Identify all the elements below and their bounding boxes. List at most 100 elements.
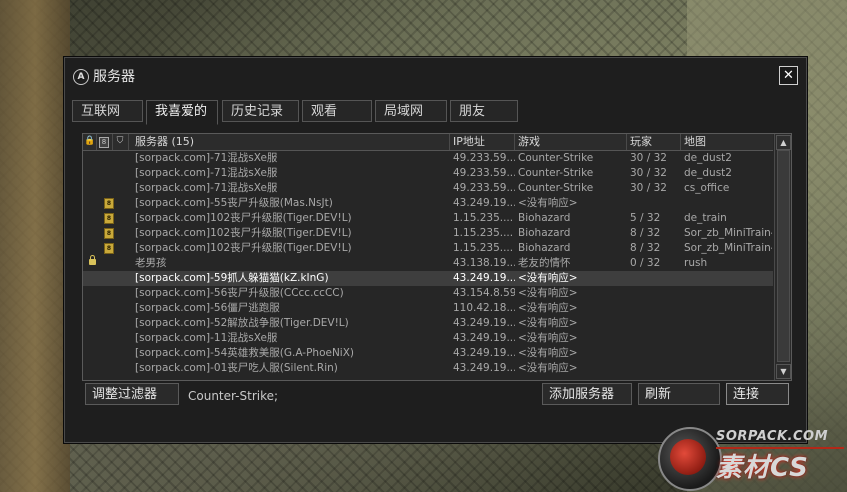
server-row[interactable]: [sorpack.com]-11混战sXe服 43.249.19... <没有响应> — [83, 331, 773, 346]
server-game: <没有响应> — [518, 302, 578, 314]
server-players — [630, 301, 680, 316]
tab-history[interactable]: 历史记录 — [222, 100, 299, 122]
filter-summary: Counter-Strike; — [188, 389, 279, 403]
tab-spectate[interactable]: 观看 — [302, 100, 372, 122]
server-ip: 49.233.59... — [453, 167, 515, 179]
server-map — [684, 361, 772, 376]
server-name: [sorpack.com]-01丧尸吃人服(Silent.Rin) — [135, 362, 338, 374]
vac-icon: 8 — [104, 243, 114, 254]
server-map — [684, 331, 772, 346]
server-ip: 43.249.19... — [453, 272, 515, 284]
lock-icon — [89, 255, 96, 265]
server-row[interactable]: [sorpack.com]-56丧尸升级服(CCcc.ccCC) 43.154.8… — [83, 286, 773, 301]
watermark-brand: 素材CS — [716, 453, 809, 483]
scroll-down-button[interactable]: ▼ — [776, 364, 791, 379]
server-players: 5 / 32 — [630, 212, 661, 224]
scroll-up-button[interactable]: ▲ — [776, 135, 791, 150]
server-row[interactable]: 老男孩 43.138.19... 老友的情怀 0 / 32 rush — [83, 255, 773, 271]
column-header-lock[interactable]: 🔒 — [83, 134, 97, 150]
tab-lan[interactable]: 局域网 — [375, 100, 447, 122]
server-game: Counter-Strike — [518, 182, 594, 194]
window-title: 服务器 — [93, 69, 135, 85]
column-header-ip[interactable]: IP地址 — [450, 134, 515, 150]
server-players — [630, 286, 680, 301]
server-game: <没有响应> — [518, 287, 578, 299]
column-header-name[interactable]: 服务器 (15) — [132, 134, 450, 150]
list-header: 🔒 8 ⛉ 服务器 (15) IP地址 游戏 玩家 地图 — [83, 134, 773, 151]
vac-icon: 8 — [104, 213, 114, 224]
server-map: Sor_zb_MiniTrain4 — [684, 227, 772, 239]
server-ip: 110.42.18... — [453, 302, 515, 314]
tab-internet[interactable]: 互联网 — [72, 100, 143, 122]
server-name: [sorpack.com]-71混战sXe服 — [135, 182, 278, 194]
server-name: [sorpack.com]-71混战sXe服 — [135, 167, 278, 179]
tab-favorites[interactable]: 我喜爱的 — [146, 100, 218, 125]
server-row[interactable]: [sorpack.com]-56僵尸逃跑服 110.42.18... <没有响应> — [83, 301, 773, 316]
server-game: <没有响应> — [518, 272, 578, 284]
server-map: de_train — [684, 212, 727, 224]
change-filters-button[interactable]: 调整过滤器 — [85, 383, 179, 405]
bottom-toolbar: 调整过滤器 Counter-Strike; 添加服务器 刷新 连接 — [65, 383, 806, 413]
tab-friends[interactable]: 朋友 — [450, 100, 518, 122]
server-row[interactable]: [sorpack.com]-71混战sXe服 49.233.59... Counte… — [83, 151, 773, 166]
vac-icon: 8 — [99, 137, 109, 148]
watermark-red-orb — [670, 439, 706, 475]
half-life-icon: A — [73, 69, 89, 85]
server-ip: 43.249.19... — [453, 332, 515, 344]
server-game: Biohazard — [518, 227, 571, 239]
server-name: [sorpack.com]102丧尸升级服(Tiger.DEV!L) — [135, 242, 352, 254]
column-header-secure[interactable]: ⛉ — [113, 134, 129, 150]
server-row[interactable]: 8 [sorpack.com]102丧尸升级服(Tiger.DEV!L) 1.15.… — [83, 241, 773, 256]
server-row[interactable]: [sorpack.com]-59抓人躲猫猫(kZ.kInG) 43.249.19.… — [83, 271, 773, 286]
server-row[interactable]: [sorpack.com]-01丧尸吃人服(Silent.Rin) 43.249.… — [83, 361, 773, 376]
server-row[interactable]: [sorpack.com]-54英雄救美服(G.A-PhoeNiX) 43.249… — [83, 346, 773, 361]
close-button[interactable]: ✕ — [779, 66, 798, 85]
server-map — [684, 196, 772, 211]
server-name: [sorpack.com]-56僵尸逃跑服 — [135, 302, 280, 314]
refresh-button[interactable]: 刷新 — [638, 383, 720, 405]
server-name: [sorpack.com]-11混战sXe服 — [135, 332, 278, 344]
column-header-map[interactable]: 地图 — [681, 134, 773, 150]
server-row[interactable]: [sorpack.com]-71混战sXe服 49.233.59... Counte… — [83, 181, 773, 196]
server-row[interactable]: 8 [sorpack.com]102丧尸升级服(Tiger.DEV!L) 1.15.… — [83, 226, 773, 241]
column-header-players[interactable]: 玩家 — [627, 134, 681, 150]
vertical-scrollbar[interactable]: ▲ ▼ — [774, 134, 791, 380]
column-header-vac[interactable]: 8 — [97, 134, 113, 150]
server-map — [684, 271, 772, 286]
connect-button[interactable]: 连接 — [726, 383, 789, 405]
server-players: 30 / 32 — [630, 152, 667, 164]
server-players — [630, 196, 680, 211]
server-map: de_dust2 — [684, 152, 732, 164]
server-players: 30 / 32 — [630, 167, 667, 179]
server-list: 🔒 8 ⛉ 服务器 (15) IP地址 游戏 玩家 地图 [sorpack.co… — [82, 133, 792, 381]
add-server-button[interactable]: 添加服务器 — [542, 383, 632, 405]
watermark-site: SORPACK.COM — [716, 429, 829, 444]
server-map: Sor_zb_MiniTrain4 — [684, 242, 772, 254]
server-ip: 1.15.235.... — [453, 227, 514, 239]
shield-icon: ⛉ — [116, 136, 124, 146]
server-players — [630, 346, 680, 361]
server-ip: 43.249.19... — [453, 362, 515, 374]
server-row[interactable]: 8 [sorpack.com]102丧尸升级服(Tiger.DEV!L) 1.15.… — [83, 211, 773, 226]
server-row[interactable]: 8 [sorpack.com]-55丧尸升级服(Mas.NsJt) 43.249.1… — [83, 196, 773, 211]
server-row[interactable]: [sorpack.com]-71混战sXe服 49.233.59... Counte… — [83, 166, 773, 181]
server-row[interactable]: [sorpack.com]-52解放战争服(Tiger.DEV!L) 43.249… — [83, 316, 773, 331]
server-players: 30 / 32 — [630, 182, 667, 194]
server-ip: 1.15.235.... — [453, 242, 514, 254]
column-header-game[interactable]: 游戏 — [515, 134, 627, 150]
server-players — [630, 331, 680, 346]
server-browser-window: A 服务器 ✕ 互联网 我喜爱的 历史记录 观看 局域网 朋友 🔒 8 ⛉ 服务… — [64, 57, 807, 443]
server-game: Biohazard — [518, 242, 571, 254]
server-name: [sorpack.com]-55丧尸升级服(Mas.NsJt) — [135, 197, 333, 209]
server-map — [684, 316, 772, 331]
server-players: 8 / 32 — [630, 242, 661, 254]
server-name: [sorpack.com]-52解放战争服(Tiger.DEV!L) — [135, 317, 349, 329]
vac-icon: 8 — [104, 228, 114, 239]
title-bar[interactable]: A 服务器 ✕ — [65, 58, 806, 92]
server-game: <没有响应> — [518, 197, 578, 209]
scroll-thumb[interactable] — [777, 150, 790, 362]
server-ip: 43.249.19... — [453, 317, 515, 329]
sorpack-watermark: SORPACK.COM 素材CS — [656, 425, 846, 491]
server-map — [684, 286, 772, 301]
server-name: 老男孩 — [135, 257, 167, 269]
